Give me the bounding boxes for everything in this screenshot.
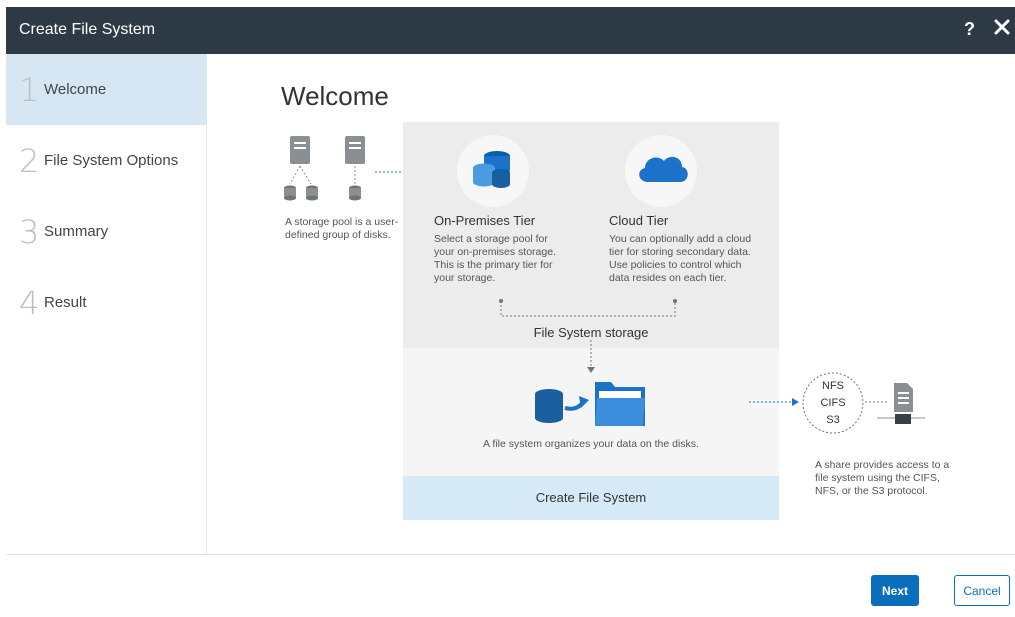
- protocol-s3: S3: [826, 414, 840, 426]
- help-icon[interactable]: ?: [964, 19, 975, 40]
- step-number: 2: [19, 142, 40, 180]
- dialog-titlebar: Create File System ?: [6, 7, 1015, 54]
- step-file-system-options[interactable]: 2 File System Options: [6, 125, 207, 196]
- share-description: A share provides access to a file system…: [815, 459, 950, 497]
- dialog-title: Create File System: [19, 21, 156, 38]
- create-file-system-panel: Create File System: [403, 476, 779, 520]
- step-label: File System Options: [44, 152, 179, 169]
- step-number: 4: [19, 284, 40, 322]
- file-system-storage-label: File System storage: [533, 325, 649, 340]
- step-label: Welcome: [44, 81, 107, 98]
- cloud-icon: [639, 156, 688, 182]
- step-label: Summary: [44, 223, 109, 240]
- database-icon: [473, 151, 510, 188]
- step-welcome[interactable]: 1 Welcome: [6, 54, 207, 125]
- file-system-description: A file system organizes your data on the…: [483, 438, 699, 450]
- step-label: Result: [44, 294, 87, 311]
- on-prem-tier-title: On-Premises Tier: [434, 213, 536, 228]
- protocol-cifs: CIFS: [820, 397, 846, 409]
- close-icon[interactable]: [992, 17, 1012, 37]
- step-result[interactable]: 4 Result: [6, 267, 207, 338]
- next-button[interactable]: Next: [871, 575, 919, 606]
- create-file-system-label: Create File System: [535, 490, 647, 505]
- flow-down-arrow: [587, 340, 595, 373]
- protocol-arrow: [749, 398, 799, 406]
- file-system-icon: [535, 382, 645, 426]
- step-summary[interactable]: 3 Summary: [6, 196, 207, 267]
- storage-pool-description: A storage pool is a user-defined group o…: [285, 216, 399, 241]
- cancel-button[interactable]: Cancel: [954, 575, 1010, 606]
- on-prem-tier-description: Select a storage pool for your on-premis…: [434, 233, 556, 284]
- cloud-tier-description: You can optionally add a cloud tier for …: [609, 233, 752, 284]
- page-title: Welcome: [281, 81, 389, 111]
- cloud-tier-title: Cloud Tier: [609, 213, 669, 228]
- protocol-nfs: NFS: [822, 380, 844, 392]
- share-document-icon: [865, 383, 925, 424]
- step-number: 1: [19, 71, 40, 109]
- footer-divider: [6, 554, 1015, 555]
- wizard-steps-sidebar: 1 Welcome 2 File System Options 3 Summar…: [6, 54, 207, 554]
- step-number: 3: [19, 213, 40, 251]
